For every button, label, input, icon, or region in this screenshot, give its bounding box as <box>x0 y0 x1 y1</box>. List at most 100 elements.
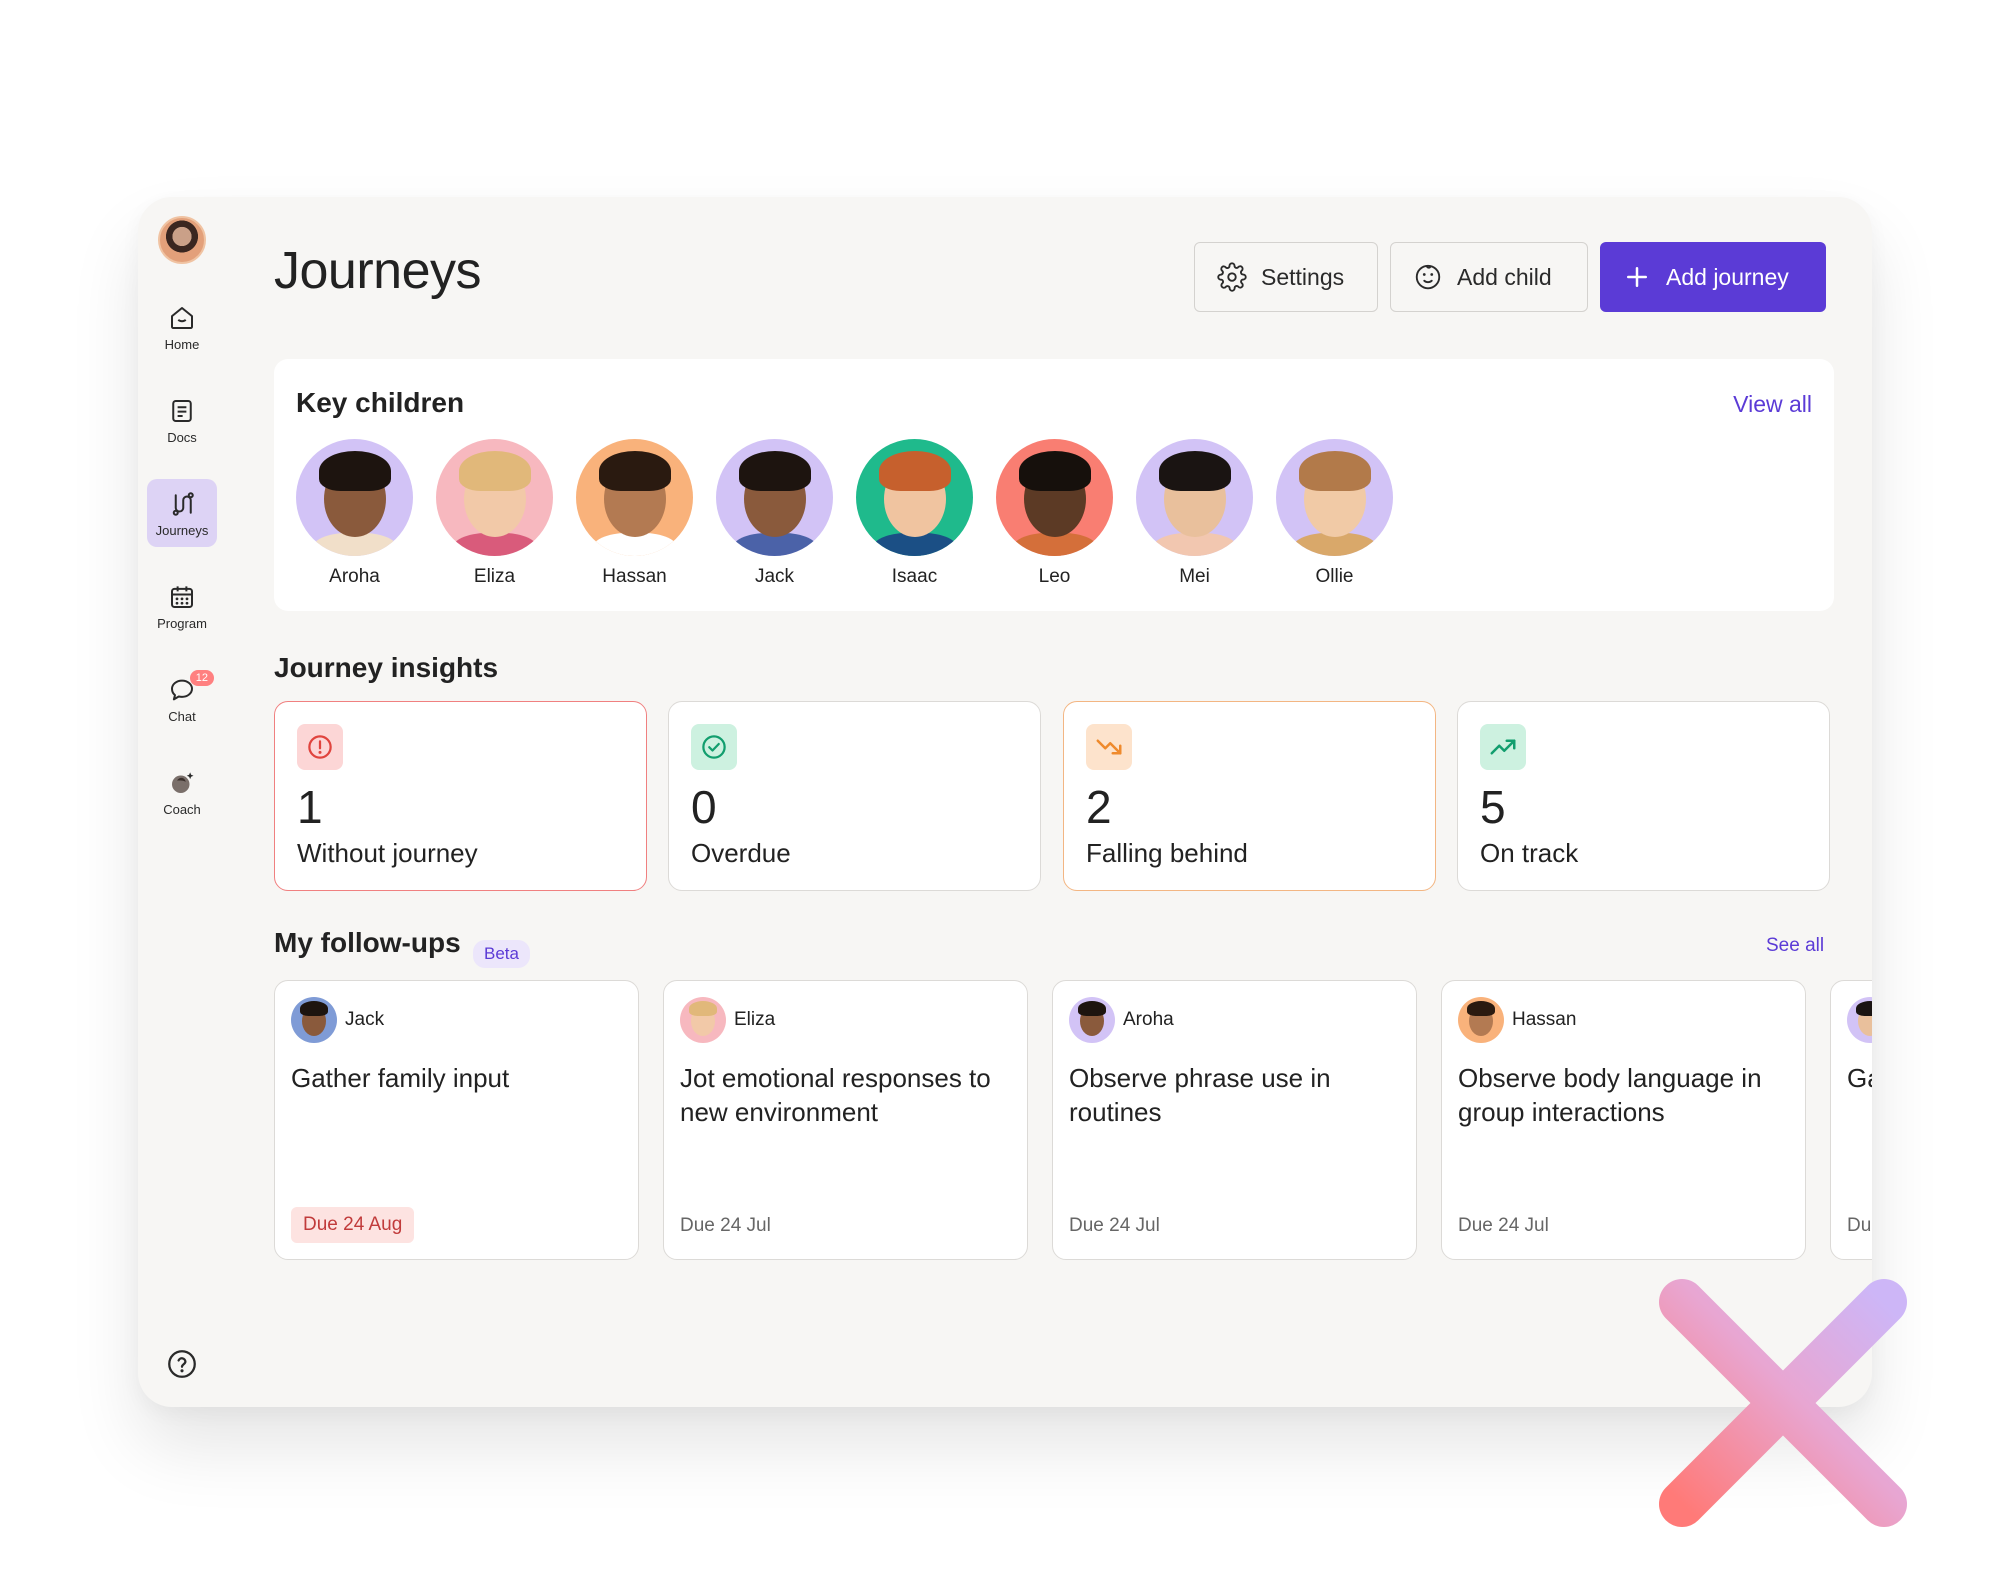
due-date: Due 24 Jul <box>680 1215 771 1236</box>
follow-up-child-name: Hassan <box>1512 1009 1577 1030</box>
alert-circle-icon <box>297 724 343 770</box>
follow-up-card[interactable]: Hassan Observe body language in group int… <box>1441 980 1806 1260</box>
home-icon <box>171 306 193 329</box>
sidebar-item-home[interactable]: Home <box>147 293 217 361</box>
key-child-isaac[interactable]: Isaac <box>856 439 973 588</box>
sidebar-item-chat[interactable]: Chat 12 <box>147 665 217 733</box>
add-journey-button[interactable]: Add journey <box>1600 242 1826 312</box>
child-name: Leo <box>1038 566 1071 587</box>
insight-count: 1 <box>297 781 323 833</box>
sidebar-item-label: Docs <box>167 429 197 445</box>
key-child-eliza[interactable]: Eliza <box>436 439 553 588</box>
coach-icon <box>172 771 194 793</box>
chat-unread-badge: 12 <box>189 670 214 686</box>
key-child-jack[interactable]: Jack <box>716 439 833 588</box>
trend-down-icon <box>1086 724 1132 770</box>
my-follow-ups-title: My follow-ups <box>274 927 461 958</box>
follow-up-title: Gather family input <box>291 1063 510 1093</box>
follow-up-title: Observe phrase use in routines <box>1069 1063 1331 1127</box>
insight-label: Overdue <box>691 838 791 868</box>
sidebar-item-label: Home <box>164 336 200 352</box>
add-child-button[interactable]: Add child <box>1390 242 1588 312</box>
avatar <box>1847 997 1872 1043</box>
sidebar-item-docs[interactable]: Docs <box>147 386 217 454</box>
child-name: Hassan <box>602 566 667 587</box>
sidebar-item-journeys[interactable]: Journeys <box>147 479 217 547</box>
insight-label: On track <box>1480 838 1579 868</box>
view-all-link[interactable]: View all <box>1733 391 1812 418</box>
follow-up-card[interactable]: GatDue <box>1830 980 1872 1260</box>
asterisk-sparkle-icon <box>1617 1232 1969 1584</box>
avatar <box>1458 997 1504 1043</box>
key-child-leo[interactable]: Leo <box>996 439 1113 588</box>
insight-label: Falling behind <box>1086 838 1248 868</box>
sidebar-item-label: Chat <box>168 708 196 724</box>
child-name: Jack <box>754 566 795 587</box>
insight-label: Without journey <box>297 838 478 868</box>
beta-badge: Beta <box>473 940 530 968</box>
follow-up-card[interactable]: Aroha Observe phrase use in routines Due 2… <box>1052 980 1417 1260</box>
child-name: Isaac <box>891 566 938 587</box>
baby-face-icon <box>1415 264 1441 290</box>
follow-up-card[interactable]: Eliza Jot emotional responses to new envi… <box>663 980 1028 1260</box>
sidebar-item-label: Program <box>157 615 207 631</box>
due-date: Due 24 Jul <box>1069 1215 1160 1236</box>
calendar-icon <box>171 585 193 608</box>
children-row: Aroha Eliza Hassan Jack Isaac Leo Mei Ollie <box>296 439 1393 588</box>
journey-insights-title: Journey insights <box>274 652 499 683</box>
follow-up-child-name: Aroha <box>1123 1009 1174 1030</box>
child-avatar <box>436 439 553 556</box>
child-name: Mei <box>1179 566 1210 587</box>
trend-up-icon <box>1480 724 1526 770</box>
child-avatar <box>576 439 693 556</box>
see-all-link[interactable]: See all <box>1766 935 1824 957</box>
insight-card-falling-behind[interactable]: 2 Falling behind <box>1063 701 1436 891</box>
add-child-button-label: Add child <box>1457 263 1552 290</box>
settings-button-label: Settings <box>1261 263 1345 290</box>
check-circle-icon <box>691 724 737 770</box>
avatar <box>1069 997 1115 1043</box>
child-avatar <box>716 439 833 556</box>
add-journey-button-label: Add journey <box>1666 263 1789 290</box>
key-children-card: Key children View all Aroha Eliza Hassan Ja… <box>274 359 1834 611</box>
key-children-title: Key children <box>296 387 465 418</box>
sidebar: Home Docs Journeys Program Chat 12 Coach <box>138 197 228 1407</box>
key-child-hassan[interactable]: Hassan <box>576 439 693 588</box>
page-title: Journeys <box>274 242 482 300</box>
follow-up-title: Gat <box>1847 1063 1872 1093</box>
follow-up-child-name: Jack <box>345 1009 385 1030</box>
avatar <box>680 997 726 1043</box>
app-window: Home Docs Journeys Program Chat 12 Coach… <box>138 197 1872 1407</box>
insight-card-without-journey[interactable]: 1 Without journey <box>274 701 647 891</box>
child-name: Aroha <box>329 566 380 587</box>
child-avatar <box>296 439 413 556</box>
child-avatar <box>856 439 973 556</box>
sidebar-item-program[interactable]: Program <box>147 572 217 640</box>
sidebar-item-coach[interactable]: Coach <box>147 758 217 826</box>
journeys-icon <box>172 491 194 516</box>
child-avatar <box>1136 439 1253 556</box>
overdue-date-badge: Due 24 Aug <box>291 1207 415 1243</box>
key-child-ollie[interactable]: Ollie <box>1276 439 1393 588</box>
key-child-aroha[interactable]: Aroha <box>296 439 413 588</box>
user-avatar[interactable] <box>158 216 206 264</box>
docs-icon <box>172 399 192 422</box>
settings-button[interactable]: Settings <box>1194 242 1378 312</box>
avatar <box>291 997 337 1043</box>
insight-card-on-track[interactable]: 5 On track <box>1457 701 1830 891</box>
follow-up-child-name: Eliza <box>734 1009 776 1030</box>
sidebar-item-label: Coach <box>163 801 201 817</box>
insight-card-overdue[interactable]: 0 Overdue <box>668 701 1041 891</box>
due-date: Due 24 Jul <box>1458 1215 1549 1236</box>
follow-up-card[interactable]: Jack Gather family input Due 24 Aug <box>274 980 639 1260</box>
plus-icon <box>1627 267 1647 287</box>
gear-icon <box>1217 262 1247 292</box>
child-avatar <box>1276 439 1393 556</box>
sidebar-item-label: Journeys <box>155 522 209 538</box>
help-icon[interactable] <box>165 1347 199 1381</box>
insight-count: 0 <box>691 781 717 833</box>
key-child-mei[interactable]: Mei <box>1136 439 1253 588</box>
follow-up-title: Jot emotional responses to new environme… <box>680 1063 991 1127</box>
child-name: Eliza <box>473 566 516 587</box>
child-name: Ollie <box>1315 566 1354 587</box>
